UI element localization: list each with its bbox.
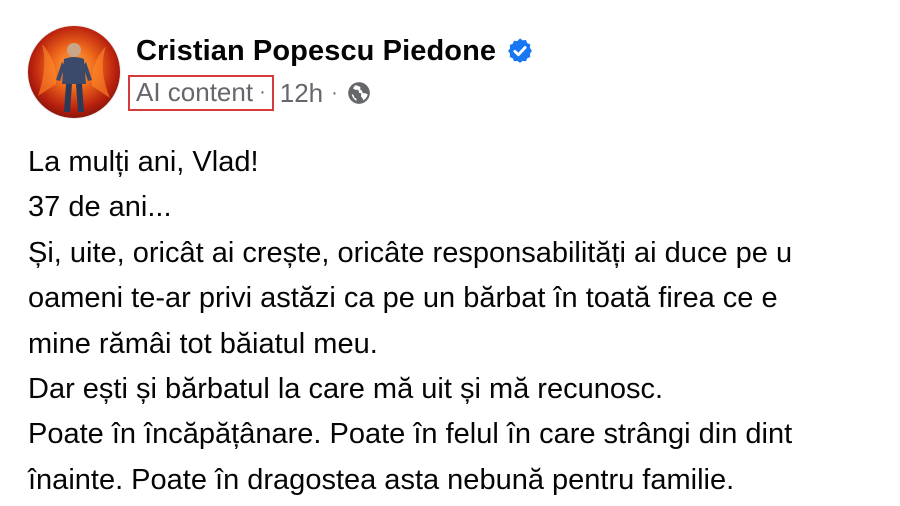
post-text-line: înainte. Poate în dragostea asta nebună … — [28, 463, 735, 496]
post-header: Cristian Popescu Piedone AI content · 12… — [28, 26, 900, 122]
profile-photo — [28, 26, 120, 118]
author-name[interactable]: Cristian Popescu Piedone — [136, 35, 496, 68]
verified-badge-icon — [506, 37, 534, 65]
author-avatar[interactable] — [28, 26, 120, 118]
post-text: La mulți ani, Vlad! 37 de ani... Și, uit… — [28, 140, 900, 503]
ai-content-highlight: AI content · — [128, 75, 274, 111]
meta-separator: · — [259, 81, 266, 103]
post-text-line: Dar ești și bărbatul la care mă uit și m… — [28, 373, 664, 406]
post-text-line: Poate în încăpățânare. Poate în felul în… — [28, 418, 793, 451]
meta-separator: · — [331, 81, 338, 104]
post-text-line: oameni te-ar privi astăzi ca pe un bărba… — [28, 282, 778, 315]
post-timestamp[interactable]: 12h — [280, 78, 323, 109]
post-meta: AI content · 12h · — [128, 72, 372, 114]
post-text-line: La mulți ani, Vlad! — [28, 146, 259, 178]
globe-icon[interactable] — [346, 80, 372, 106]
author-row: Cristian Popescu Piedone — [136, 32, 534, 70]
post-text-line: Și, uite, oricât ai crește, oricâte resp… — [28, 236, 793, 269]
post-text-line: 37 de ani... — [28, 191, 172, 224]
facebook-post: Cristian Popescu Piedone AI content · 12… — [0, 0, 900, 506]
post-text-line: mine rămâi tot băiatul meu. — [28, 327, 378, 360]
ai-content-label[interactable]: AI content — [136, 77, 253, 108]
